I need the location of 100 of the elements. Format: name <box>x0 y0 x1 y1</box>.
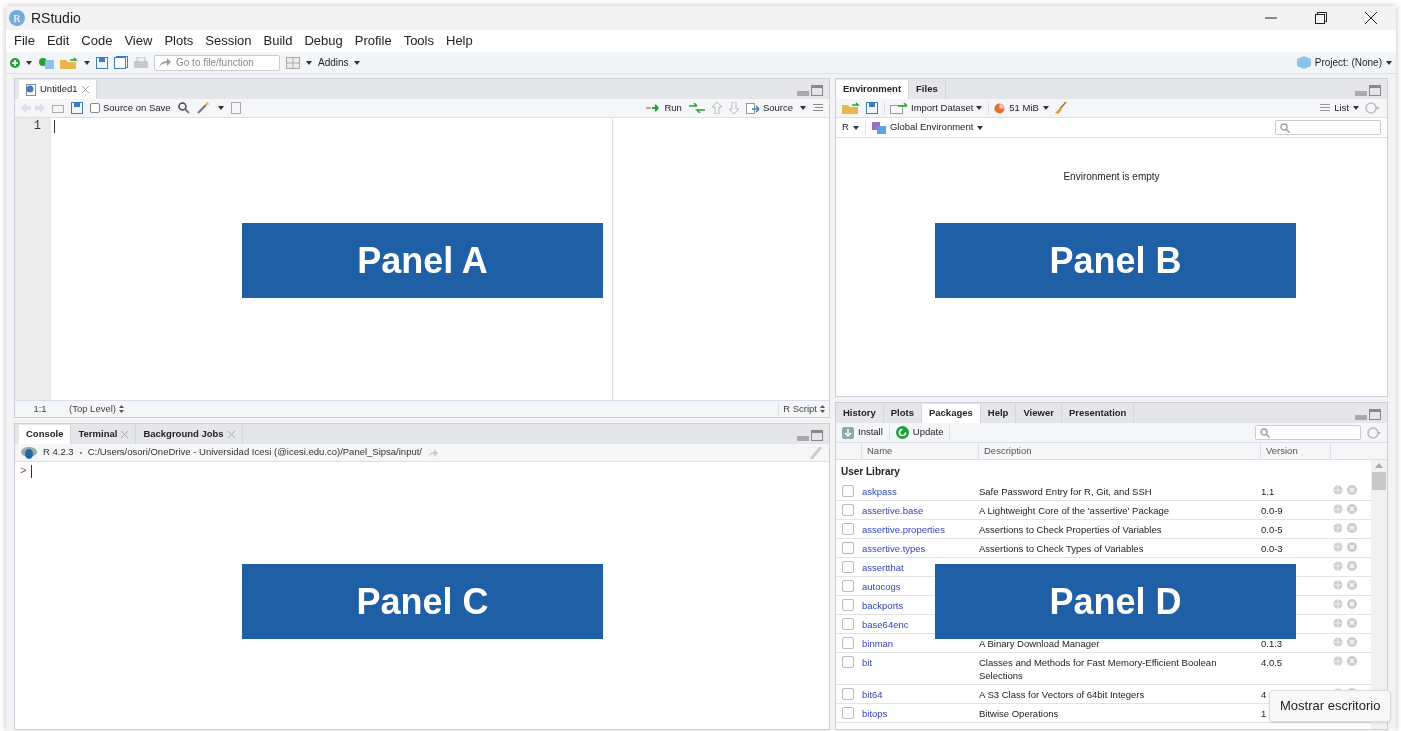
scroll-thumb[interactable] <box>1372 472 1386 490</box>
magic-wand-icon[interactable] <box>196 102 211 114</box>
maximize-pane-icon[interactable] <box>811 85 823 96</box>
refresh-icon[interactable] <box>1367 426 1381 439</box>
project-menu[interactable]: Project: (None) <box>1296 55 1392 70</box>
package-link[interactable]: assertive.types <box>862 543 926 554</box>
remove-icon[interactable] <box>1347 599 1357 609</box>
remove-icon[interactable] <box>1347 618 1357 628</box>
environment-scope-menu[interactable]: Global Environment <box>871 120 984 135</box>
column-header[interactable]: Version <box>1261 443 1331 459</box>
save-all-icon[interactable] <box>114 56 128 69</box>
menu-item[interactable]: Profile <box>348 31 398 51</box>
show-window-icon[interactable] <box>52 103 64 113</box>
close-icon[interactable] <box>121 431 129 438</box>
save-icon[interactable] <box>71 102 83 114</box>
remove-icon[interactable] <box>1347 523 1357 533</box>
package-checkbox[interactable] <box>842 599 854 611</box>
close-icon[interactable] <box>227 431 235 438</box>
menu-item[interactable]: Code <box>75 31 119 51</box>
lines-icon[interactable] <box>813 104 823 112</box>
globe-icon[interactable] <box>1333 485 1343 495</box>
source-button[interactable]: Source <box>745 100 793 116</box>
remove-icon[interactable] <box>1347 542 1357 552</box>
package-checkbox[interactable] <box>842 688 854 700</box>
menu-item[interactable]: File <box>8 31 41 51</box>
menu-item[interactable]: Session <box>199 31 258 51</box>
new-file-icon[interactable] <box>10 57 20 68</box>
remove-icon[interactable] <box>1347 656 1357 666</box>
package-checkbox[interactable] <box>842 637 854 649</box>
globe-icon[interactable] <box>1333 561 1343 571</box>
globe-icon[interactable] <box>1333 542 1343 552</box>
search-field[interactable] <box>1275 120 1381 135</box>
down-arrow-icon[interactable] <box>728 102 739 114</box>
close-icon[interactable] <box>81 86 89 93</box>
tab[interactable]: Packages <box>921 404 981 423</box>
rerun-icon[interactable] <box>688 103 705 113</box>
folder-icon[interactable] <box>842 102 860 114</box>
up-arrow-icon[interactable] <box>711 102 722 114</box>
package-link[interactable]: askpass <box>862 486 897 497</box>
outline-icon[interactable] <box>230 102 241 114</box>
broom-icon[interactable] <box>1054 102 1067 114</box>
scope-menu[interactable]: (Top Level) <box>69 401 124 417</box>
maximize-pane-icon[interactable] <box>811 430 823 441</box>
menu-item[interactable]: Debug <box>298 31 349 51</box>
folder-icon[interactable] <box>60 56 78 69</box>
install-button[interactable]: Install <box>842 425 890 440</box>
globe-icon[interactable] <box>1333 523 1343 533</box>
package-link[interactable]: autocogs <box>862 581 901 592</box>
save-icon[interactable] <box>96 56 108 69</box>
caret-icon[interactable] <box>84 60 90 65</box>
new-project-icon[interactable] <box>38 56 54 69</box>
caret-icon[interactable] <box>26 60 32 65</box>
package-link[interactable]: assertive.properties <box>862 524 945 535</box>
addins-menu[interactable]: Addins <box>318 55 360 70</box>
caret-icon[interactable] <box>217 106 224 110</box>
grid-layout-icon[interactable] <box>286 56 300 69</box>
maximize-pane-icon[interactable] <box>1369 85 1381 96</box>
caret-icon[interactable] <box>800 106 806 110</box>
maximize-pane-icon[interactable] <box>1369 409 1381 420</box>
remove-icon[interactable] <box>1347 580 1357 590</box>
globe-icon[interactable] <box>1333 504 1343 514</box>
menu-item[interactable]: Tools <box>397 31 440 51</box>
memory-usage-menu[interactable]: 51 MiB <box>988 100 1049 116</box>
remove-icon[interactable] <box>1347 504 1357 514</box>
source-on-save-checkbox[interactable]: Source on Save <box>90 100 171 116</box>
scroll-up-icon[interactable] <box>1375 463 1383 468</box>
clear-console-icon[interactable] <box>809 446 823 459</box>
back-forward-icon[interactable] <box>21 103 45 113</box>
menu-item[interactable]: Plots <box>158 31 200 51</box>
search-field[interactable] <box>1255 425 1361 440</box>
view-mode-menu[interactable]: List <box>1320 100 1359 116</box>
file-type-menu[interactable]: R Script <box>778 401 829 417</box>
package-checkbox[interactable] <box>842 523 854 535</box>
package-checkbox[interactable] <box>842 561 854 573</box>
package-link[interactable]: backports <box>862 600 904 611</box>
globe-icon[interactable] <box>1333 580 1343 590</box>
package-checkbox[interactable] <box>842 656 854 668</box>
menu-item[interactable]: Help <box>440 31 479 51</box>
go-to-file-field[interactable]: Go to file/function <box>154 54 280 71</box>
package-link[interactable]: bitops <box>862 708 888 719</box>
save-icon[interactable] <box>866 102 878 114</box>
refresh-icon[interactable] <box>1365 102 1381 114</box>
column-header[interactable]: Description <box>979 443 1261 459</box>
package-checkbox[interactable] <box>842 707 854 719</box>
package-link[interactable]: assertive.base <box>862 505 924 516</box>
caret-icon[interactable] <box>306 60 312 65</box>
tab[interactable]: Console <box>19 425 72 444</box>
search-icon[interactable] <box>177 102 190 114</box>
globe-icon[interactable] <box>1333 656 1343 666</box>
print-icon[interactable] <box>134 56 148 69</box>
globe-icon[interactable] <box>1333 599 1343 609</box>
globe-icon[interactable] <box>1333 637 1343 647</box>
column-header[interactable]: Name <box>862 443 979 459</box>
package-link[interactable]: binman <box>862 638 894 649</box>
package-checkbox[interactable] <box>842 542 854 554</box>
import-dataset-menu[interactable]: Import Dataset <box>884 100 983 116</box>
menu-item[interactable]: Build <box>257 31 299 51</box>
package-checkbox[interactable] <box>842 485 854 497</box>
globe-icon[interactable] <box>1333 618 1343 628</box>
menu-item[interactable]: Edit <box>40 31 76 51</box>
